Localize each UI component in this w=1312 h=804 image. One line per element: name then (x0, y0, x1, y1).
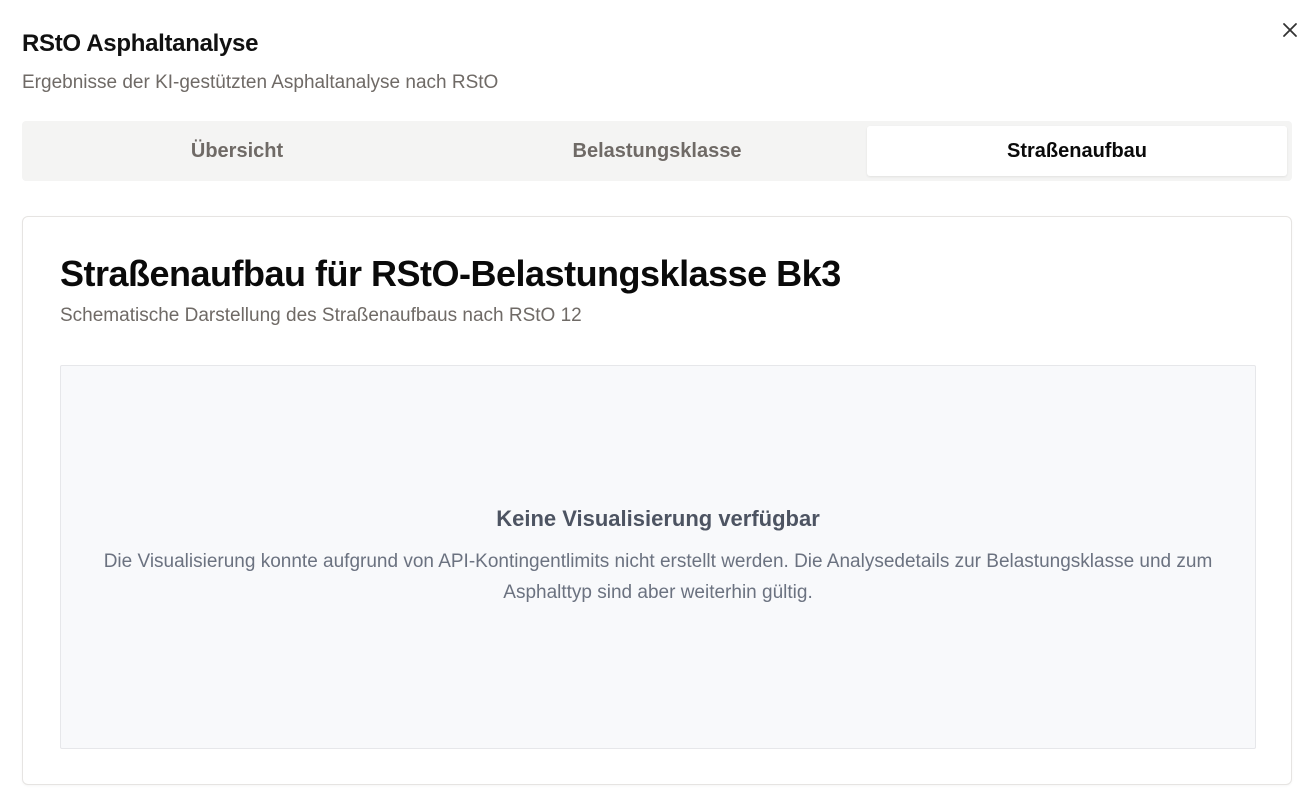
close-icon (1283, 23, 1297, 37)
placeholder-title: Keine Visualisierung verfügbar (496, 506, 820, 531)
tab-list: Übersicht Belastungsklasse Straßenaufbau (22, 121, 1292, 181)
close-button[interactable] (1278, 18, 1302, 42)
visualization-placeholder: Keine Visualisierung verfügbar Die Visua… (60, 365, 1256, 749)
tab-uebersicht[interactable]: Übersicht (27, 126, 447, 176)
dialog-subtitle: Ergebnisse der KI-gestützten Asphaltanal… (22, 72, 499, 93)
card-subtitle: Schematische Darstellung des Straßenaufb… (60, 305, 582, 326)
tab-strassenaufbau[interactable]: Straßenaufbau (867, 126, 1287, 176)
strassenaufbau-card: Straßenaufbau für RStO-Belastungsklasse … (22, 216, 1292, 785)
placeholder-message: Die Visualisierung konnte aufgrund von A… (103, 551, 1213, 603)
tab-belastungsklasse[interactable]: Belastungsklasse (447, 126, 867, 176)
card-title: Straßenaufbau für RStO-Belastungsklasse … (60, 253, 841, 294)
analysis-dialog: RStO Asphaltanalyse Ergebnisse der KI-ge… (0, 0, 1312, 804)
dialog-title: RStO Asphaltanalyse (22, 30, 259, 57)
